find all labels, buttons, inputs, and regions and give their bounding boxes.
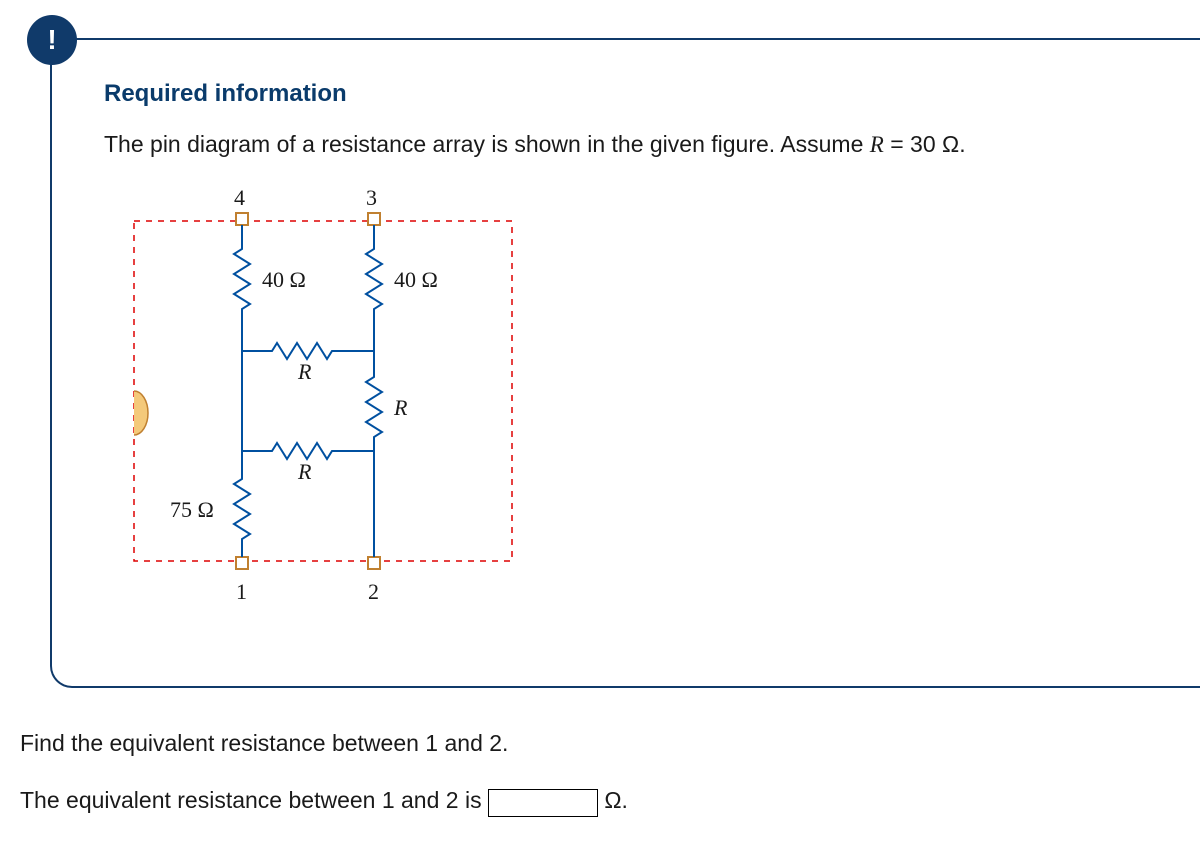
resistor-ra-label: R — [298, 359, 311, 385]
answer-line: The equivalent resistance between 1 and … — [20, 787, 1160, 817]
prompt-prefix: The pin diagram of a resistance array is… — [104, 131, 870, 157]
answer-prefix: The equivalent resistance between 1 and … — [20, 787, 488, 813]
prompt-eq: = 30 Ω. — [884, 131, 966, 157]
pin-2-label: 2 — [368, 579, 379, 605]
pin-3-label: 3 — [366, 185, 377, 211]
resistor-rc-label: R — [298, 459, 311, 485]
answer-input[interactable] — [488, 789, 598, 817]
prompt-var: R — [870, 132, 884, 157]
resistor-40a-label: 40 Ω — [262, 267, 306, 293]
resistor-40b-label: 40 Ω — [394, 267, 438, 293]
pin-4-label: 4 — [234, 185, 245, 211]
prompt-text: The pin diagram of a resistance array is… — [104, 128, 1160, 161]
resistor-75-label: 75 Ω — [170, 497, 214, 523]
alert-badge: ! — [27, 15, 77, 65]
question-block: Find the equivalent resistance between 1… — [20, 730, 1160, 817]
question-text: Find the equivalent resistance between 1… — [20, 730, 1160, 757]
required-heading: Required information — [104, 80, 1160, 108]
circuit-figure: 4 3 1 2 40 Ω 40 Ω R R R 75 Ω — [114, 181, 534, 611]
circuit-svg — [114, 181, 534, 611]
required-info-box: ! Required information The pin diagram o… — [50, 38, 1200, 688]
answer-unit: Ω. — [604, 787, 628, 813]
resistor-rb-label: R — [394, 395, 407, 421]
pin-1-label: 1 — [236, 579, 247, 605]
